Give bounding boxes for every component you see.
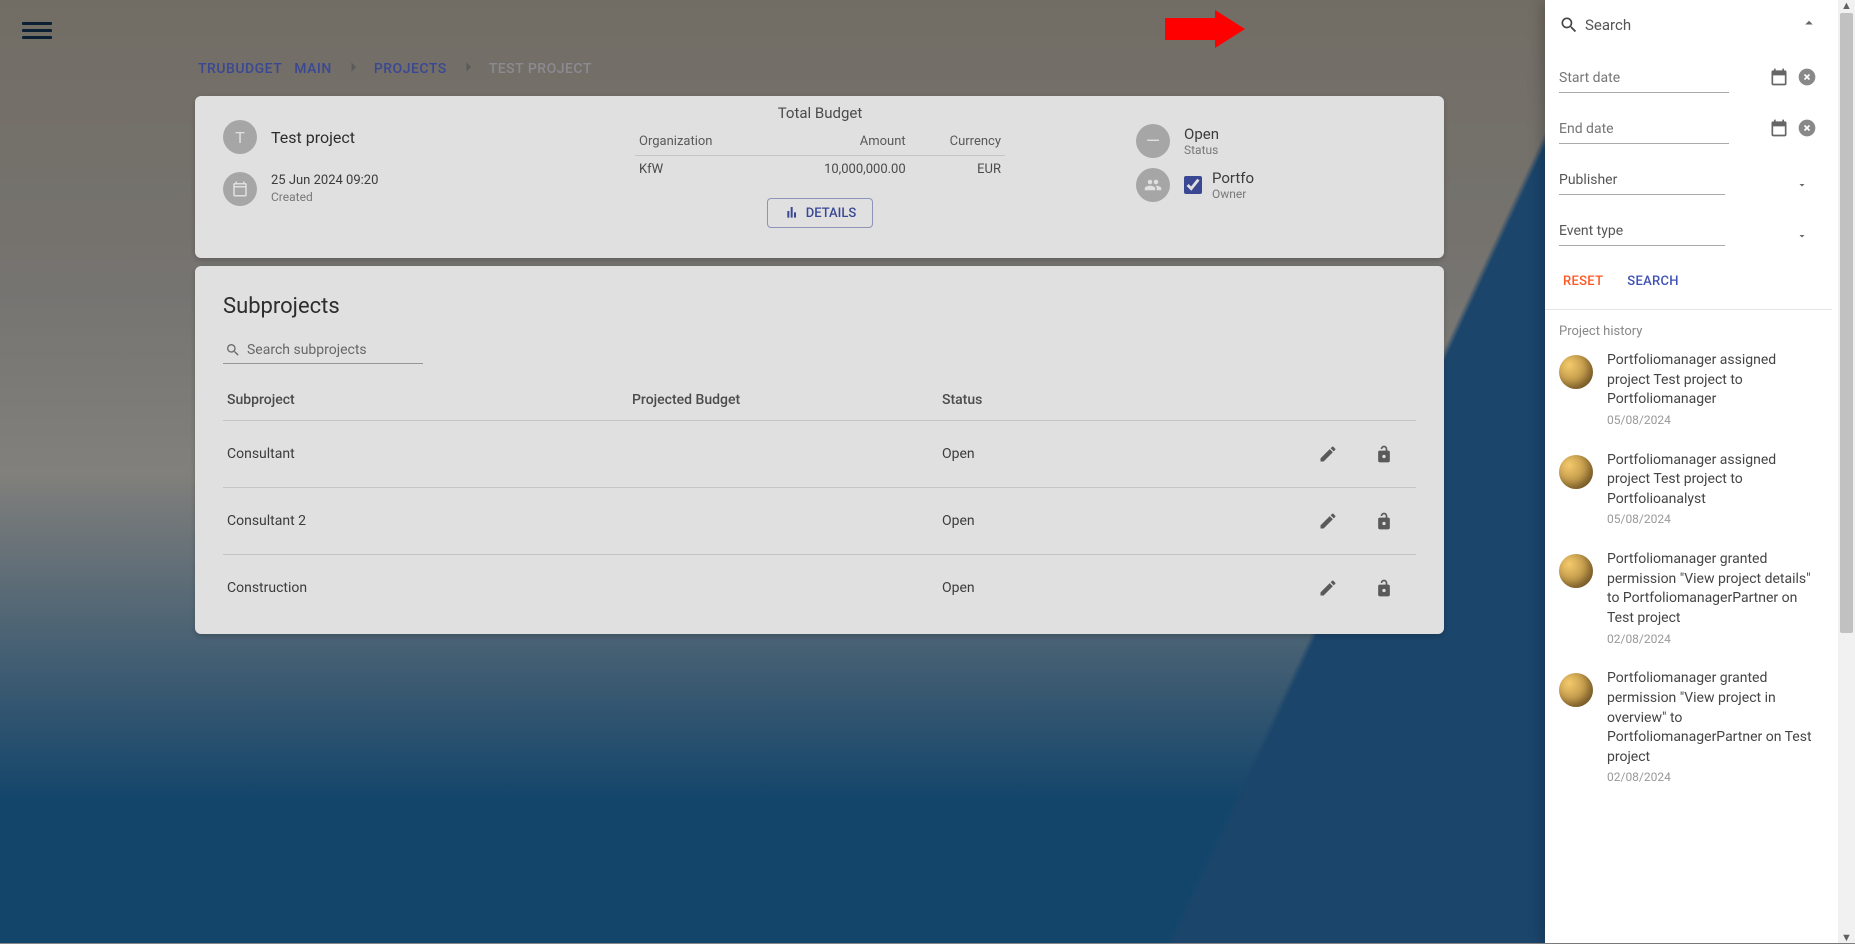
subproject-search[interactable]	[223, 337, 423, 364]
approval-checkbox[interactable]	[1184, 176, 1202, 194]
bar-chart-icon	[784, 205, 800, 221]
edit-icon[interactable]	[1318, 578, 1338, 598]
project-created-label: Created	[271, 190, 378, 206]
history-date: 02/08/2024	[1607, 631, 1818, 648]
edit-icon[interactable]	[1318, 511, 1338, 531]
history-date: 05/08/2024	[1607, 511, 1818, 528]
details-button[interactable]: DETAILS	[767, 198, 873, 228]
scrollbar-up-icon[interactable]: ▲	[1841, 0, 1852, 11]
project-avatar: T	[223, 120, 257, 154]
collapse-button[interactable]	[1800, 14, 1818, 36]
subproject-status: Open	[942, 513, 1182, 529]
owner-label: Owner	[1212, 187, 1254, 201]
avatar	[1559, 673, 1593, 707]
clear-icon[interactable]	[1796, 117, 1818, 139]
breadcrumb-current: TEST PROJECT	[489, 61, 592, 77]
table-row[interactable]: Construction Open	[223, 554, 1416, 621]
dropdown-icon	[1796, 176, 1808, 195]
breadcrumb-projects[interactable]: PROJECTS	[374, 61, 447, 77]
history-text: Portfoliomanager granted permission "Vie…	[1607, 669, 1818, 767]
breadcrumbs: TRUBUDGET MAIN PROJECTS TEST PROJECT	[198, 58, 592, 80]
project-history-heading: Project history	[1559, 324, 1818, 339]
breadcrumb-trubudget[interactable]: TRUBUDGET	[198, 61, 282, 77]
search-icon	[1559, 15, 1579, 35]
history-text: Portfoliomanager assigned project Test p…	[1607, 351, 1818, 410]
status-value: Open	[1184, 125, 1219, 143]
edit-icon[interactable]	[1318, 444, 1338, 464]
lock-open-icon[interactable]	[1374, 578, 1394, 598]
details-button-label: DETAILS	[806, 206, 856, 221]
subproject-status: Open	[942, 580, 1182, 596]
subprojects-heading: Subprojects	[223, 294, 1416, 319]
approval-value: Portfo	[1212, 169, 1254, 187]
table-row[interactable]: Consultant Open	[223, 420, 1416, 487]
reset-button[interactable]: RESET	[1559, 268, 1607, 295]
scrollbar-down-icon[interactable]: ▼	[1841, 932, 1852, 943]
drawer-search-label: Search	[1585, 16, 1631, 34]
budget-currency: EUR	[910, 156, 1005, 184]
scrollbar-thumb[interactable]	[1840, 13, 1853, 633]
dropdown-icon	[1796, 227, 1808, 246]
table-row[interactable]: Consultant 2 Open	[223, 487, 1416, 554]
col-status: Status	[942, 392, 1182, 408]
users-icon	[1136, 168, 1170, 202]
project-summary-card: T Test project 25 Jun 2024 09:20 Created…	[195, 96, 1444, 258]
chevron-right-icon	[459, 58, 477, 80]
subproject-name: Consultant	[227, 446, 632, 462]
project-title: Test project	[271, 128, 355, 147]
search-icon	[225, 341, 241, 359]
start-date-input[interactable]	[1559, 64, 1729, 93]
total-budget-label: Total Budget	[635, 104, 1005, 122]
history-drawer: Search Publisher Event type	[1545, 0, 1855, 943]
col-projected-budget: Projected Budget	[632, 392, 942, 408]
annotation-arrow	[1165, 10, 1245, 52]
col-subproject: Subproject	[227, 392, 632, 408]
budget-amount: 10,000,000.00	[766, 156, 910, 184]
calendar-icon	[223, 172, 257, 206]
budget-col-organization: Organization	[635, 128, 766, 156]
history-date: 05/08/2024	[1607, 412, 1818, 429]
project-created-date: 25 Jun 2024 09:20	[271, 173, 378, 190]
budget-org: KfW	[635, 156, 766, 184]
history-text: Portfoliomanager granted permission "Vie…	[1607, 550, 1818, 628]
avatar	[1559, 554, 1593, 588]
history-item: Portfoliomanager granted permission "Vie…	[1559, 550, 1818, 647]
history-text: Portfoliomanager assigned project Test p…	[1607, 451, 1818, 510]
status-icon: —	[1136, 124, 1170, 158]
history-date: 02/08/2024	[1607, 769, 1818, 786]
breadcrumb-main[interactable]: MAIN	[294, 61, 332, 77]
chevron-up-icon	[1800, 14, 1818, 32]
chevron-right-icon	[344, 58, 362, 80]
lock-open-icon[interactable]	[1374, 511, 1394, 531]
budget-col-amount: Amount	[766, 128, 910, 156]
total-budget-block: Total Budget Organization Amount Currenc…	[635, 104, 1005, 228]
subproject-name: Construction	[227, 580, 632, 596]
drawer-scrollbar[interactable]: ▲ ▼	[1838, 0, 1855, 943]
subproject-name: Consultant 2	[227, 513, 632, 529]
event-type-select[interactable]: Event type	[1559, 217, 1725, 246]
avatar	[1559, 355, 1593, 389]
subproject-status: Open	[942, 446, 1182, 462]
subproject-search-input[interactable]	[247, 342, 421, 358]
status-label: Status	[1184, 143, 1219, 157]
budget-col-currency: Currency	[910, 128, 1005, 156]
publisher-select[interactable]: Publisher	[1559, 166, 1725, 195]
history-item: Portfoliomanager assigned project Test p…	[1559, 351, 1818, 429]
lock-open-icon[interactable]	[1374, 444, 1394, 464]
menu-button[interactable]	[22, 18, 52, 42]
end-date-input[interactable]	[1559, 115, 1729, 144]
history-item: Portfoliomanager granted permission "Vie…	[1559, 669, 1818, 786]
clear-icon[interactable]	[1796, 66, 1818, 88]
avatar	[1559, 455, 1593, 489]
search-button[interactable]: SEARCH	[1623, 268, 1683, 295]
calendar-icon[interactable]	[1768, 117, 1790, 139]
calendar-icon[interactable]	[1768, 66, 1790, 88]
budget-row: KfW 10,000,000.00 EUR	[635, 156, 1005, 184]
history-item: Portfoliomanager assigned project Test p…	[1559, 451, 1818, 529]
subprojects-card: Subprojects Subproject Projected Budget …	[195, 266, 1444, 634]
